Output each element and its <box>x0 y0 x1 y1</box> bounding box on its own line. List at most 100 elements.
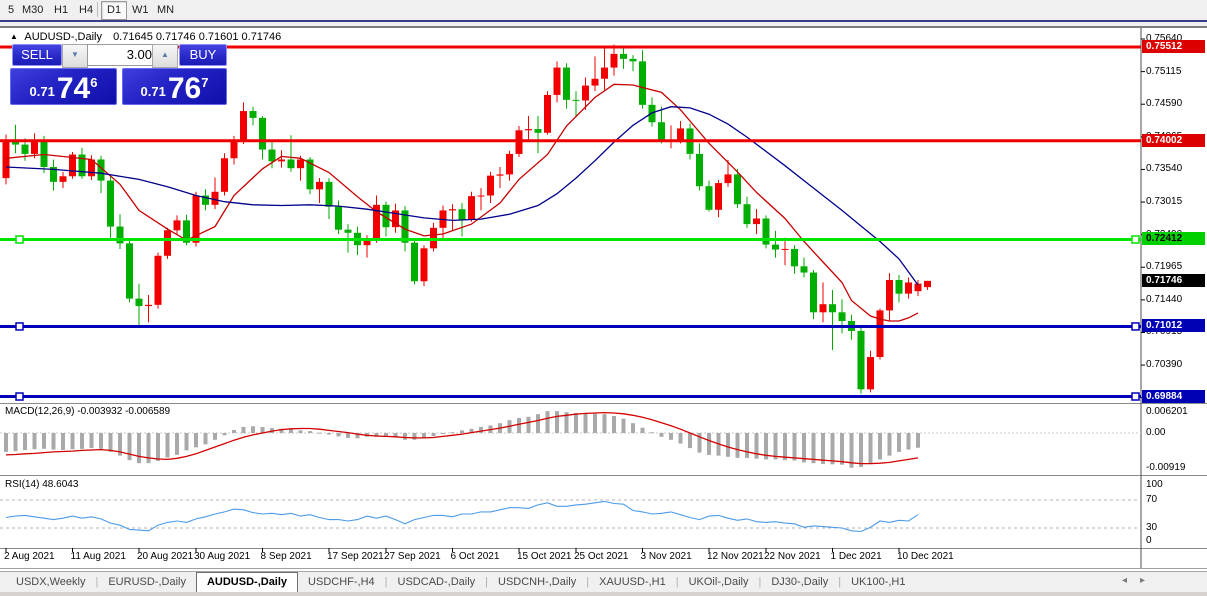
macd-histogram-bar <box>688 433 692 448</box>
candle-body <box>782 249 789 250</box>
macd-histogram-bar <box>783 433 787 460</box>
line-drag-handle[interactable] <box>1132 236 1139 243</box>
candle-body <box>535 129 542 133</box>
chart-tab-usdx-weekly[interactable]: USDX,Weekly <box>6 573 95 592</box>
rsi-indicator-label: RSI(14) 48.6043 <box>5 479 78 490</box>
candle-body <box>136 299 143 306</box>
candle-body <box>126 243 133 298</box>
candle-body <box>658 122 665 141</box>
candle-body <box>164 230 171 255</box>
buy-price-big: 76 <box>168 76 201 102</box>
buy-price-display[interactable]: 0.71 76 7 <box>122 68 227 105</box>
sell-price-pip: 6 <box>90 75 97 90</box>
candle-body <box>601 68 608 79</box>
chart-tab-usdcnh-daily[interactable]: USDCNH-,Daily <box>488 573 586 592</box>
macd-histogram-bar <box>4 433 8 452</box>
macd-axis-label: 0.006201 <box>1146 406 1188 417</box>
volume-input[interactable]: 3.00 <box>87 44 158 66</box>
candle-body <box>630 59 637 61</box>
macd-histogram-bar <box>451 432 455 433</box>
ma-fast-line <box>6 84 918 321</box>
date-axis-label: 20 Aug 2021 <box>137 551 193 562</box>
macd-histogram-bar <box>603 414 607 433</box>
tab-scroll-right-icon[interactable]: ▸ <box>1140 575 1145 586</box>
price-axis-label: 0.70390 <box>1146 359 1182 370</box>
macd-histogram-bar <box>52 433 56 450</box>
macd-histogram-bar <box>669 433 673 440</box>
candle-body <box>326 182 333 207</box>
buy-button[interactable]: BUY <box>179 44 227 66</box>
macd-histogram-bar <box>527 417 531 433</box>
collapse-arrow-icon[interactable]: ▲ <box>10 32 18 41</box>
pane-separator <box>0 475 1207 476</box>
candle-body <box>240 111 247 141</box>
macd-histogram-bar <box>42 433 46 449</box>
macd-histogram-bar <box>33 433 37 449</box>
chart-tab-xauusd-h1[interactable]: XAUUSD-,H1 <box>589 573 676 592</box>
chart-tab-dj30-daily[interactable]: DJ30-,Daily <box>761 573 838 592</box>
candle-body <box>810 273 817 313</box>
macd-histogram-bar <box>194 433 198 447</box>
chart-tab-usdchf-h4[interactable]: USDCHF-,H4 <box>298 573 385 592</box>
macd-histogram-bar <box>479 427 483 433</box>
line-drag-handle[interactable] <box>1132 323 1139 330</box>
macd-histogram-bar <box>289 429 293 433</box>
macd-histogram-bar <box>660 433 664 437</box>
price-axis-label: 0.71440 <box>1146 294 1182 305</box>
sell-price-display[interactable]: 0.71 74 6 <box>10 68 117 105</box>
tab-scroll-left-icon[interactable]: ◂ <box>1122 575 1127 586</box>
macd-histogram-bar <box>755 433 759 459</box>
candle-body <box>411 243 418 282</box>
line-drag-handle[interactable] <box>1132 393 1139 400</box>
chart-tab-uk100-h1[interactable]: UK100-,H1 <box>841 573 915 592</box>
macd-histogram-bar <box>90 433 94 448</box>
chart-title: ▲ AUDUSD-,Daily 0.71645 0.71746 0.71601 … <box>10 31 281 43</box>
chart-tab-usdcad-daily[interactable]: USDCAD-,Daily <box>388 573 486 592</box>
date-axis-label: 27 Sep 2021 <box>384 551 441 562</box>
macd-histogram-bar <box>888 433 892 456</box>
chart-tab-ukoil-daily[interactable]: UKOil-,Daily <box>679 573 759 592</box>
macd-histogram-bar <box>821 433 825 464</box>
macd-histogram-bar <box>555 411 559 433</box>
candle-body <box>886 280 893 310</box>
line-drag-handle[interactable] <box>16 323 23 330</box>
volume-increment-button[interactable]: ▲ <box>152 44 178 68</box>
macd-histogram-bar <box>859 433 863 467</box>
macd-histogram-bar <box>831 433 835 464</box>
chart-tab-eurusd-daily[interactable]: EURUSD-,Daily <box>98 573 196 592</box>
line-drag-handle[interactable] <box>16 236 23 243</box>
macd-histogram-bar <box>441 433 445 434</box>
candle-body <box>753 219 760 225</box>
candle-body <box>231 141 238 158</box>
price-axis-label: 0.73015 <box>1146 196 1182 207</box>
price-axis-label: 0.71965 <box>1146 261 1182 272</box>
date-axis-label: 8 Sep 2021 <box>261 551 312 562</box>
line-drag-handle[interactable] <box>16 393 23 400</box>
macd-histogram-bar <box>128 433 132 460</box>
date-axis-label: 12 Nov 2021 <box>707 551 764 562</box>
sell-button[interactable]: SELL <box>12 44 62 66</box>
candle-body <box>60 176 67 182</box>
candle-body <box>478 196 485 197</box>
macd-histogram-bar <box>213 433 217 440</box>
macd-histogram-bar <box>14 433 18 451</box>
line-price-label: 0.69884 <box>1142 390 1205 403</box>
macd-histogram-bar <box>337 433 341 436</box>
candle-body <box>896 280 903 294</box>
terminal-window: 5M30H1H4D1W1MN ▲ AUDUSD-,Daily 0.71645 0… <box>0 0 1207 596</box>
candle-body <box>22 145 29 154</box>
macd-histogram-bar <box>726 433 730 457</box>
candle-body <box>288 159 295 168</box>
macd-histogram-bar <box>736 433 740 458</box>
candle-body <box>582 86 589 101</box>
price-axis-label: 0.74590 <box>1146 98 1182 109</box>
macd-histogram-bar <box>156 433 160 461</box>
candle-body <box>924 281 931 287</box>
chart-tab-audusd-daily[interactable]: AUDUSD-,Daily <box>196 572 298 593</box>
candle-body <box>155 256 162 305</box>
candle-body <box>696 154 703 186</box>
candle-body <box>506 154 513 174</box>
volume-decrement-button[interactable]: ▼ <box>62 44 88 68</box>
pane-separator <box>0 548 1207 549</box>
macd-histogram-bar <box>793 433 797 461</box>
